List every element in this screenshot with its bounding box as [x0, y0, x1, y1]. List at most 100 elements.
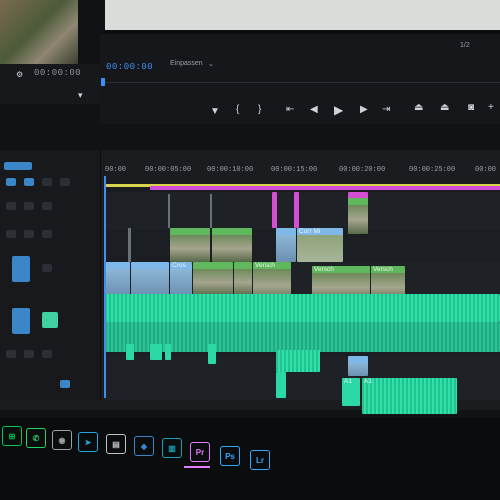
extract-icon[interactable]: ⏏ [440, 102, 449, 113]
go-to-in-icon[interactable]: ⇤ [286, 104, 294, 115]
snap-icon[interactable] [6, 178, 16, 186]
ruler-tick: 00:00:05:00 [145, 166, 192, 174]
add-marker-icon[interactable] [42, 178, 52, 186]
scrub-bar[interactable] [100, 82, 500, 83]
audio-clip-a1[interactable]: A1 [342, 378, 360, 406]
ruler-tick: 00:00:25:00 [409, 166, 456, 174]
add-marker-icon[interactable]: ▾ [78, 90, 83, 101]
ruler-tick: 00:00 [105, 166, 127, 174]
wrench-icon[interactable] [60, 178, 70, 186]
audio-clip[interactable] [276, 372, 286, 398]
edit-point [168, 194, 170, 228]
playhead[interactable] [104, 176, 106, 398]
step-forward-icon[interactable]: ▶ [360, 104, 368, 115]
photoshop-icon[interactable]: Ps [220, 446, 240, 466]
video-clip[interactable] [131, 262, 169, 296]
lightroom-icon[interactable]: Lr [250, 450, 270, 470]
fit-select[interactable]: Einpassen [170, 60, 203, 67]
video-clip[interactable] [212, 228, 252, 262]
clip-label: A1 [364, 378, 372, 385]
whatsapp-icon[interactable]: ✆ [26, 428, 46, 448]
files-icon[interactable]: ▤ [106, 434, 126, 454]
source-monitor-preview [0, 0, 78, 64]
render-bar [150, 186, 500, 190]
clip-label: Versch [314, 266, 334, 273]
zoom-value[interactable]: 1/2 [460, 42, 470, 49]
video-clip[interactable] [234, 262, 252, 296]
a3-track-toggle[interactable] [60, 380, 70, 388]
mark-in-icon[interactable]: { [236, 104, 239, 115]
ruler-tick: 00:00:20:00 [339, 166, 386, 174]
audio-clip[interactable] [276, 350, 320, 372]
v1-eye-icon[interactable] [42, 264, 52, 272]
clip-label: Versch [255, 262, 275, 269]
ruler-tick: 00:00:10:00 [207, 166, 254, 174]
wrench-icon[interactable]: ⚙ [16, 70, 23, 79]
video-clip[interactable] [348, 192, 368, 234]
track-headers [0, 150, 101, 400]
source-timecode: 00:00:00 [34, 68, 82, 78]
program-monitor-controls: 00:00:00 Einpassen ⌄ 1/2 ▼ { } ⇤ ◀ ▶ ▶ ⇥… [100, 34, 500, 124]
track-v3 [105, 192, 500, 230]
premiere-icon[interactable]: Pr [190, 442, 210, 462]
telegram-icon[interactable]: ➤ [78, 432, 98, 452]
chrome-icon[interactable]: ◉ [52, 430, 72, 450]
a1-solo-button[interactable] [42, 312, 58, 328]
audio-clip[interactable] [208, 344, 216, 364]
video-clip-corr[interactable]: Corr Mi [297, 228, 343, 262]
play-icon[interactable]: ▶ [334, 103, 343, 117]
v2-eye-icon[interactable] [42, 230, 52, 238]
adjustment-clip[interactable] [294, 192, 299, 228]
go-to-out-icon[interactable]: ⇥ [382, 104, 390, 115]
button-editor-icon[interactable]: + [488, 102, 494, 113]
video-clip[interactable] [193, 262, 233, 296]
a2-mic-icon[interactable] [42, 350, 52, 358]
audio-clip-a1[interactable]: A1 [362, 378, 457, 414]
video-clip[interactable] [105, 262, 130, 296]
video-clip-cross[interactable]: Cros [170, 262, 192, 296]
windows-start-icon[interactable]: ⊞ [2, 426, 22, 446]
graphics-clip[interactable] [348, 356, 368, 376]
ruler-tick: 00:00:15:00 [271, 166, 318, 174]
v3-eye-icon[interactable] [42, 202, 52, 210]
clip-label: Versch [373, 266, 393, 273]
program-timecode[interactable]: 00:00:00 [106, 62, 153, 72]
creative-cloud-icon[interactable]: ◆ [134, 436, 154, 456]
audio-clip[interactable] [165, 344, 171, 360]
program-monitor-preview [105, 0, 500, 34]
clip-label: Cros [172, 262, 186, 269]
timeline-ruler[interactable]: 00:00 00:00:05:00 00:00:10:00 00:00:15:0… [105, 160, 500, 184]
edit-point [128, 228, 131, 262]
v2-lock-icon[interactable] [6, 230, 16, 238]
step-back-icon[interactable]: ◀ [310, 104, 318, 115]
a1-source-patch[interactable] [12, 308, 30, 334]
active-app-indicator [184, 466, 210, 468]
chevron-down-icon[interactable]: ⌄ [208, 60, 214, 68]
lift-icon[interactable]: ⏏ [414, 102, 423, 113]
clip-label: A1 [344, 378, 352, 385]
audio-clip[interactable] [105, 294, 500, 322]
video-clip[interactable] [170, 228, 210, 262]
timeline-timecode-field[interactable] [4, 162, 32, 170]
v3-sync-icon[interactable] [24, 202, 34, 210]
marker-icon[interactable]: ▼ [210, 106, 220, 117]
taskbar: ⊞ ✆ ◉ ➤ ▤ ◆ ▥ Pr Ps Lr [0, 418, 500, 500]
ruler-tick: 00:00 [475, 166, 497, 174]
mark-out-icon[interactable]: } [258, 104, 261, 115]
camera-icon[interactable]: ◙ [468, 102, 474, 113]
audio-clip[interactable] [150, 344, 162, 360]
audio-clip[interactable] [126, 344, 134, 360]
clip-label: Corr Mi [299, 228, 321, 235]
edit-point [210, 194, 212, 228]
scrub-playhead[interactable] [101, 78, 105, 86]
v3-lock-icon[interactable] [6, 202, 16, 210]
a2-mute-icon[interactable] [6, 350, 16, 358]
a2-solo-icon[interactable] [24, 350, 34, 358]
v2-sync-icon[interactable] [24, 230, 34, 238]
media-icon[interactable]: ▥ [162, 438, 182, 458]
v1-source-patch[interactable] [12, 256, 30, 282]
adjustment-clip[interactable] [272, 192, 277, 228]
graphics-clip[interactable] [276, 228, 296, 262]
linked-selection-icon[interactable] [24, 178, 34, 186]
source-monitor-controls: 00:00:00 ⚙ ▾ [0, 64, 100, 104]
